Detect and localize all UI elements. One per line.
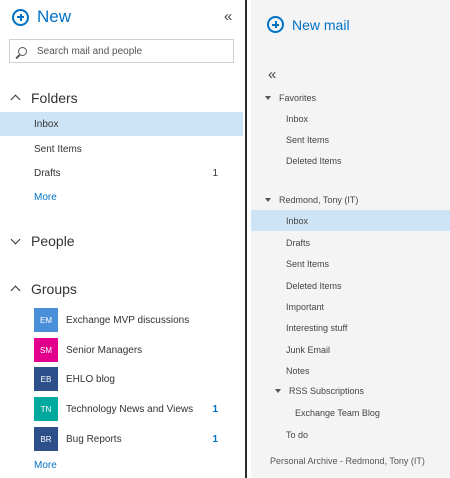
groups-header[interactable]: Groups xyxy=(10,281,77,297)
account-folder-item[interactable]: To do xyxy=(251,424,450,445)
folder-item-inbox[interactable]: Inbox xyxy=(0,112,243,136)
groups-more-link[interactable]: More xyxy=(34,460,57,471)
group-unread-count: 1 xyxy=(212,403,218,415)
new-button-label: New xyxy=(37,7,72,26)
plus-circle-icon xyxy=(267,16,284,33)
group-item[interactable]: TN Technology News and Views 1 xyxy=(34,397,234,421)
groups-header-label: Groups xyxy=(31,281,77,297)
folder-label: Drafts xyxy=(34,167,61,179)
chevron-up-icon xyxy=(10,285,21,296)
group-avatar: SM xyxy=(34,338,58,362)
group-name: Senior Managers xyxy=(66,344,143,356)
folder-count: 1 xyxy=(212,167,218,179)
group-item[interactable]: EM Exchange MVP discussions xyxy=(34,308,234,332)
favorites-header-label: Favorites xyxy=(279,93,317,103)
favorite-item[interactable]: Inbox xyxy=(251,108,450,129)
group-avatar: EB xyxy=(34,367,58,391)
group-item[interactable]: BR Bug Reports 1 xyxy=(34,427,234,451)
collapse-folder-pane-icon[interactable]: « xyxy=(268,66,276,83)
favorite-item[interactable]: Deleted Items xyxy=(251,150,450,171)
chevron-up-icon xyxy=(10,94,21,105)
right-folder-pane: New mail « Favorites Inbox Sent Items De… xyxy=(251,0,450,478)
rss-header-label: RSS Subscriptions xyxy=(289,386,365,396)
account-folder-item[interactable]: Interesting stuff xyxy=(251,317,450,338)
favorites-header[interactable]: Favorites xyxy=(265,93,316,103)
search-icon xyxy=(18,46,27,56)
group-avatar: TN xyxy=(34,397,58,421)
left-nav-pane: New « Folders Inbox Sent Items Drafts 1 … xyxy=(0,0,245,478)
group-item[interactable]: EB EHLO blog xyxy=(34,367,234,391)
rss-subscriptions-header[interactable]: RSS Subscriptions xyxy=(275,386,364,396)
group-unread-count: 1 xyxy=(212,433,218,445)
account-folder-item[interactable]: Drafts xyxy=(251,232,450,253)
group-avatar: EM xyxy=(34,308,58,332)
new-mail-label: New mail xyxy=(292,16,350,33)
group-name: EHLO blog xyxy=(66,373,115,385)
triangle-down-icon xyxy=(265,198,271,202)
collapse-pane-icon[interactable]: « xyxy=(224,8,232,25)
account-folder-item[interactable]: Sent Items xyxy=(251,253,450,274)
group-name: Exchange MVP discussions xyxy=(66,314,190,326)
account-header-label: Redmond, Tony (IT) xyxy=(279,195,359,205)
folders-header-label: Folders xyxy=(31,90,78,106)
triangle-down-icon xyxy=(275,389,281,393)
people-header-label: People xyxy=(31,233,75,249)
account-folder-item[interactable]: Junk Email xyxy=(251,339,450,360)
rss-feed-item[interactable]: Exchange Team Blog xyxy=(251,402,450,423)
chevron-down-icon xyxy=(10,234,21,245)
account-folder-item[interactable]: Important xyxy=(251,296,450,317)
folder-item-drafts[interactable]: Drafts 1 xyxy=(0,161,243,185)
folder-item-sent-items[interactable]: Sent Items xyxy=(0,137,243,161)
group-avatar: BR xyxy=(34,427,58,451)
pane-divider xyxy=(245,0,247,478)
personal-archive-header[interactable]: Personal Archive - Redmond, Tony (IT) xyxy=(270,456,425,466)
account-folder-item[interactable]: Deleted Items xyxy=(251,275,450,296)
favorite-item[interactable]: Sent Items xyxy=(251,129,450,150)
people-header[interactable]: People xyxy=(10,233,75,249)
account-folder-item[interactable]: Notes xyxy=(251,360,450,381)
folder-label: Inbox xyxy=(34,118,59,130)
folder-label: Sent Items xyxy=(34,143,82,155)
group-name: Bug Reports xyxy=(66,433,122,445)
new-mail-button[interactable]: New mail xyxy=(267,16,350,33)
account-folder-item[interactable]: Inbox xyxy=(251,210,450,231)
folders-header[interactable]: Folders xyxy=(10,90,78,106)
plus-circle-icon xyxy=(12,8,29,26)
new-button[interactable]: New xyxy=(12,7,71,27)
group-name: Technology News and Views xyxy=(66,403,194,415)
group-item[interactable]: SM Senior Managers xyxy=(34,338,234,362)
search-input[interactable] xyxy=(35,44,229,58)
account-header[interactable]: Redmond, Tony (IT) xyxy=(265,195,358,205)
search-box[interactable] xyxy=(9,39,234,63)
triangle-down-icon xyxy=(265,96,271,100)
folders-more-link[interactable]: More xyxy=(34,192,57,203)
